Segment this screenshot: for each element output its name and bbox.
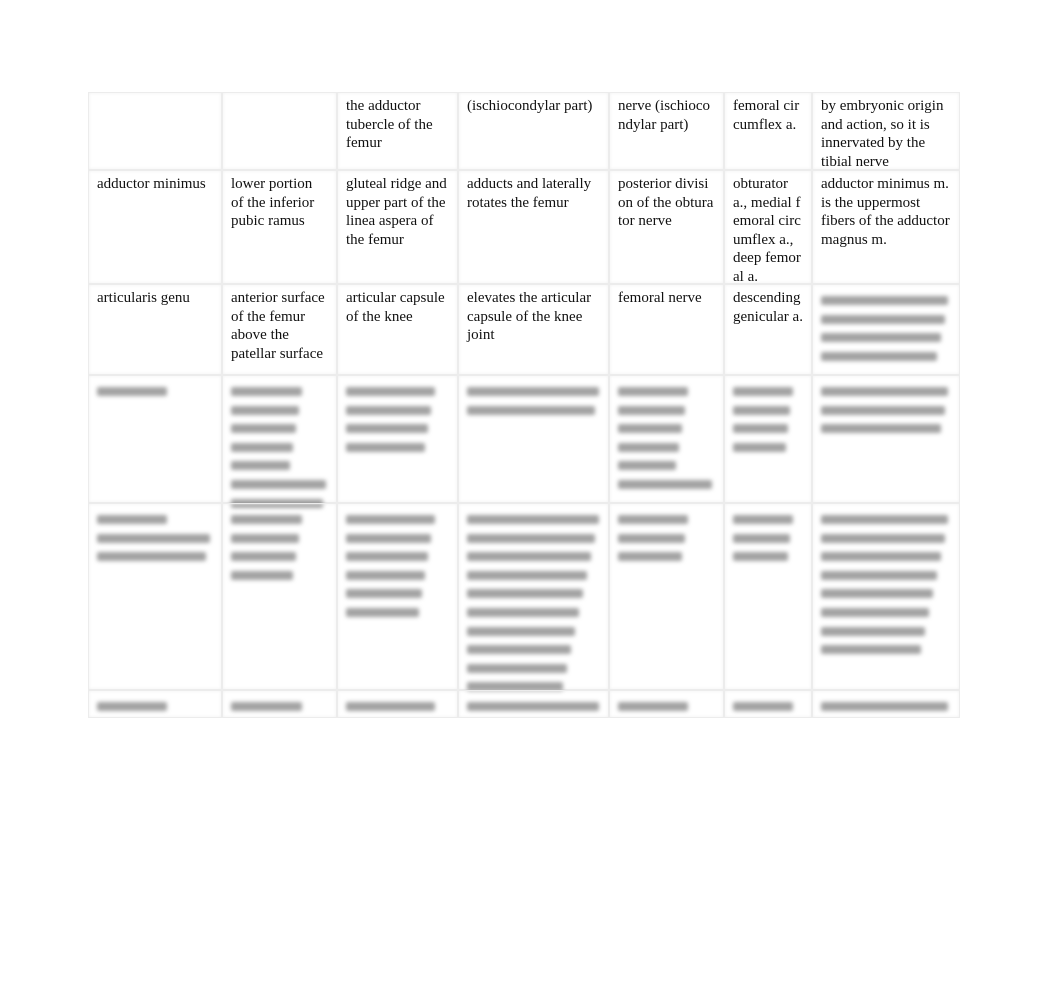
table-cell: by embryonic origin and action, so it is…: [812, 92, 960, 170]
table-cell: [458, 503, 609, 692]
blurred-text: [618, 382, 715, 502]
blurred-text: [733, 510, 803, 689]
blurred-text: [821, 697, 951, 717]
blurred-text: [618, 697, 715, 717]
table-cell: [724, 503, 812, 690]
table-cell: [88, 503, 222, 690]
table-cell: [337, 690, 458, 718]
table-cell: gluteal ridge and upper part of the line…: [337, 170, 458, 284]
table-cell: [222, 92, 337, 170]
blurred-text: [231, 382, 328, 508]
table-cell: obturator a., medial femoral circumflex …: [724, 170, 812, 285]
table-cell: [812, 690, 960, 718]
blurred-text: [97, 510, 213, 689]
table-cell: femoral circumflex a.: [724, 92, 812, 170]
table-cell: articularis genu: [88, 284, 222, 375]
blurred-text: [821, 510, 951, 689]
table-cell: lower portion of the inferior pubic ramu…: [222, 170, 337, 284]
table-cell: nerve (ischiocondylar part): [609, 92, 724, 170]
blurred-text: [467, 382, 600, 502]
table-cell: [222, 375, 337, 508]
table-cell: [812, 284, 960, 375]
table-cell: [88, 690, 222, 718]
blurred-text: [97, 382, 213, 502]
table-cell: [609, 375, 724, 503]
table-cell: [337, 375, 458, 503]
table-cell: [724, 375, 812, 503]
table-cell: adductor minimus: [88, 170, 222, 284]
table-cell: [458, 375, 609, 503]
blurred-text: [231, 697, 328, 717]
table-cell: [458, 690, 609, 718]
blurred-text: [346, 510, 449, 689]
table-cell: posterior division of the obturator nerv…: [609, 170, 724, 284]
table-cell: femoral nerve: [609, 284, 724, 375]
blurred-text: [821, 291, 951, 374]
muscle-table: the adductor tubercle of the femur (ischi…: [88, 92, 960, 718]
table-cell: [724, 690, 812, 718]
table-cell: [609, 503, 724, 690]
table-cell: [337, 503, 458, 690]
table-cell: (ischiocondylar part): [458, 92, 609, 170]
blurred-text: [733, 382, 803, 502]
table-cell: anterior surface of the femur above the …: [222, 284, 337, 375]
table-cell: articular capsule of the knee: [337, 284, 458, 375]
blurred-text: [231, 510, 328, 689]
table-cell: [222, 690, 337, 718]
blurred-text: [467, 697, 600, 717]
table-cell: [88, 92, 222, 170]
blurred-text: [346, 382, 449, 502]
blurred-text: [618, 510, 715, 689]
table-cell: adductor minimus m. is the uppermost fib…: [812, 170, 960, 284]
table-cell: elevates the articular capsule of the kn…: [458, 284, 609, 375]
table-cell: adducts and laterally rotates the femur: [458, 170, 609, 284]
blurred-text: [346, 697, 449, 717]
blurred-text: [97, 697, 213, 717]
blurred-text: [821, 382, 951, 502]
table-cell: [222, 503, 337, 690]
table-cell: [88, 375, 222, 503]
blurred-text: [467, 510, 600, 692]
table-cell: [812, 375, 960, 503]
table-cell: [609, 690, 724, 718]
blurred-text: [733, 697, 803, 717]
table-cell: [812, 503, 960, 690]
table-cell: the adductor tubercle of the femur: [337, 92, 458, 170]
table-cell: descending genicular a.: [724, 284, 812, 375]
